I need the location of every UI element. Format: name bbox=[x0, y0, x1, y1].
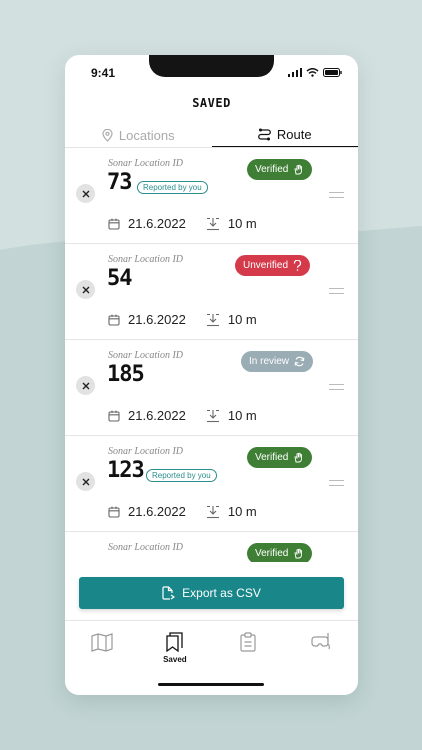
bookmarks-icon bbox=[166, 632, 183, 652]
item-meta: 21.6.2022 10 m bbox=[108, 216, 257, 231]
item-label: Sonar Location ID bbox=[108, 158, 183, 169]
close-icon bbox=[82, 382, 89, 389]
list-item[interactable]: Sonar Location ID Verified bbox=[65, 532, 358, 562]
status-label: Verified bbox=[255, 452, 289, 463]
question-icon bbox=[293, 260, 302, 271]
diving-mask-icon bbox=[311, 633, 331, 650]
item-meta: 21.6.2022 10 m bbox=[108, 408, 257, 423]
export-csv-button[interactable]: Export as CSV bbox=[79, 577, 344, 609]
nav-divider bbox=[65, 620, 358, 621]
refresh-icon bbox=[294, 356, 305, 367]
bottom-area: Export as CSV Saved bbox=[65, 562, 358, 695]
hand-wave-icon bbox=[294, 164, 303, 175]
location-pin-icon bbox=[102, 128, 113, 142]
item-date: 21.6.2022 bbox=[128, 504, 186, 519]
saved-list: Sonar Location ID 73 Reported by you Ver… bbox=[65, 148, 358, 562]
item-date: 21.6.2022 bbox=[128, 216, 186, 231]
depth-icon bbox=[206, 505, 219, 518]
status-badge: Verified bbox=[247, 447, 313, 468]
status-label: Unverified bbox=[243, 260, 289, 271]
export-file-icon bbox=[162, 586, 176, 600]
close-icon bbox=[82, 190, 89, 197]
item-label: Sonar Location ID bbox=[108, 446, 183, 457]
item-meta: 21.6.2022 10 m bbox=[108, 312, 257, 327]
list-item[interactable]: Sonar Location ID 73 Reported by you Ver… bbox=[65, 148, 358, 244]
calendar-icon bbox=[108, 506, 120, 518]
status-label: Verified bbox=[255, 164, 289, 175]
nav-map[interactable] bbox=[65, 632, 138, 672]
list-item[interactable]: Sonar Location ID 123 Reported by you Ve… bbox=[65, 436, 358, 532]
signal-icon bbox=[288, 68, 302, 77]
location-id: 123 bbox=[107, 458, 145, 483]
location-id: 185 bbox=[107, 362, 145, 387]
status-label: Verified bbox=[255, 548, 289, 559]
status-label: In review bbox=[249, 356, 290, 367]
bottom-nav: Saved bbox=[65, 632, 358, 672]
remove-button[interactable] bbox=[76, 376, 95, 395]
nav-dive[interactable] bbox=[285, 632, 358, 672]
hand-wave-icon bbox=[294, 452, 303, 463]
tab-locations-label: Locations bbox=[118, 127, 175, 143]
item-depth: 10 m bbox=[227, 312, 257, 327]
item-date: 21.6.2022 bbox=[128, 408, 186, 423]
reported-badge: Reported by you bbox=[146, 469, 217, 482]
item-meta: 21.6.2022 10 m bbox=[108, 504, 257, 519]
map-icon bbox=[91, 633, 113, 652]
close-icon bbox=[82, 286, 89, 293]
depth-icon bbox=[206, 409, 219, 422]
nav-saved[interactable]: Saved bbox=[138, 632, 211, 672]
notch bbox=[149, 55, 274, 77]
status-badge: Verified bbox=[247, 159, 313, 180]
status-icons bbox=[288, 68, 342, 77]
item-date: 21.6.2022 bbox=[128, 312, 186, 327]
calendar-icon bbox=[108, 314, 120, 326]
list-item[interactable]: Sonar Location ID 185 In review 21.6.202… bbox=[65, 340, 358, 436]
wifi-icon bbox=[306, 68, 319, 77]
tab-route-label: Route bbox=[276, 126, 312, 142]
nav-saved-label: Saved bbox=[163, 655, 187, 664]
export-label: Export as CSV bbox=[182, 586, 261, 600]
remove-button[interactable] bbox=[76, 280, 95, 299]
tab-bar: Locations Route bbox=[65, 122, 358, 148]
status-badge: Unverified bbox=[235, 255, 311, 276]
depth-icon bbox=[206, 217, 219, 230]
remove-button[interactable] bbox=[76, 184, 95, 203]
calendar-icon bbox=[108, 218, 120, 230]
item-label: Sonar Location ID bbox=[108, 350, 183, 361]
close-icon bbox=[82, 478, 89, 485]
item-depth: 10 m bbox=[227, 504, 257, 519]
location-id: 54 bbox=[107, 266, 132, 291]
clipboard-icon bbox=[240, 632, 256, 652]
item-depth: 10 m bbox=[227, 408, 257, 423]
depth-icon bbox=[206, 313, 219, 326]
route-icon bbox=[258, 128, 271, 140]
tab-route[interactable]: Route bbox=[211, 122, 358, 148]
drag-handle[interactable] bbox=[329, 192, 344, 202]
drag-handle[interactable] bbox=[329, 288, 344, 298]
remove-button[interactable] bbox=[76, 472, 95, 491]
item-label: Sonar Location ID bbox=[108, 542, 183, 553]
drag-handle[interactable] bbox=[329, 480, 344, 490]
battery-icon bbox=[323, 68, 342, 77]
home-indicator bbox=[158, 683, 264, 686]
status-time: 9:41 bbox=[91, 66, 116, 80]
tab-locations[interactable]: Locations bbox=[65, 122, 212, 148]
status-badge: In review bbox=[241, 351, 314, 372]
item-depth: 10 m bbox=[227, 216, 257, 231]
phone-screen: 9:41 SAVED Locations Route Sonar Locatio… bbox=[65, 55, 358, 695]
reported-badge: Reported by you bbox=[137, 181, 208, 194]
page-title: SAVED bbox=[192, 96, 231, 110]
hand-wave-icon bbox=[294, 548, 303, 559]
calendar-icon bbox=[108, 410, 120, 422]
status-badge: Verified bbox=[247, 543, 313, 562]
drag-handle[interactable] bbox=[329, 384, 344, 394]
item-label: Sonar Location ID bbox=[108, 254, 183, 265]
nav-report[interactable] bbox=[212, 632, 285, 672]
list-item[interactable]: Sonar Location ID 54 Unverified 21.6.202… bbox=[65, 244, 358, 340]
location-id: 73 bbox=[107, 170, 132, 195]
